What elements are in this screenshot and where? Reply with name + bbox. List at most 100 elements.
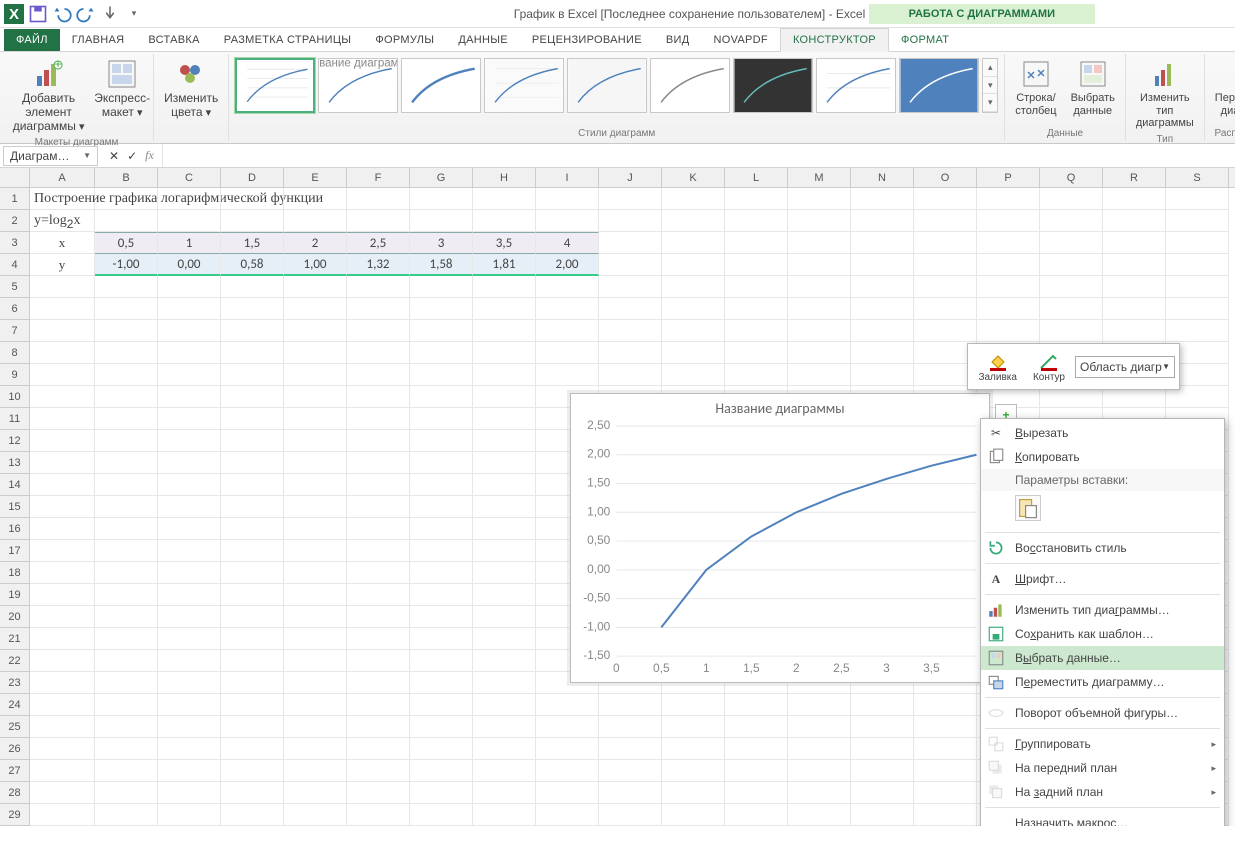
- cell[interactable]: [284, 342, 347, 364]
- cell[interactable]: [788, 804, 851, 826]
- cell[interactable]: [410, 518, 473, 540]
- cell[interactable]: [95, 606, 158, 628]
- cell[interactable]: [536, 298, 599, 320]
- cell[interactable]: [30, 364, 95, 386]
- cell[interactable]: [788, 232, 851, 254]
- chart-style-5[interactable]: [567, 58, 647, 113]
- cell[interactable]: [473, 320, 536, 342]
- cell[interactable]: [851, 276, 914, 298]
- cell[interactable]: [914, 694, 977, 716]
- cell[interactable]: [1166, 232, 1229, 254]
- row-header[interactable]: 11: [0, 408, 30, 430]
- cell[interactable]: [473, 716, 536, 738]
- cell[interactable]: [347, 518, 410, 540]
- enter-formula-icon[interactable]: ✓: [127, 149, 137, 163]
- cell[interactable]: [599, 694, 662, 716]
- cell[interactable]: [284, 364, 347, 386]
- cm-copy[interactable]: Копировать: [981, 445, 1224, 469]
- cell[interactable]: [221, 650, 284, 672]
- cell[interactable]: [347, 738, 410, 760]
- cell[interactable]: [599, 738, 662, 760]
- cell[interactable]: [473, 782, 536, 804]
- cell[interactable]: [473, 210, 536, 232]
- cell[interactable]: [788, 188, 851, 210]
- cell[interactable]: [221, 408, 284, 430]
- cell[interactable]: [914, 760, 977, 782]
- cell[interactable]: [284, 738, 347, 760]
- cell[interactable]: [1040, 210, 1103, 232]
- cell[interactable]: [284, 540, 347, 562]
- cell[interactable]: 0,5: [95, 232, 158, 254]
- cell[interactable]: [95, 716, 158, 738]
- cell[interactable]: [284, 672, 347, 694]
- cell[interactable]: [158, 276, 221, 298]
- cell[interactable]: 0,58: [221, 254, 284, 276]
- chart-style-8[interactable]: [816, 58, 896, 113]
- cell[interactable]: [221, 782, 284, 804]
- cell[interactable]: [284, 320, 347, 342]
- cell[interactable]: [221, 672, 284, 694]
- cell[interactable]: [158, 584, 221, 606]
- cell[interactable]: [662, 364, 725, 386]
- cell[interactable]: [221, 540, 284, 562]
- cell[interactable]: [284, 606, 347, 628]
- cell[interactable]: [347, 408, 410, 430]
- cell[interactable]: [158, 452, 221, 474]
- cell[interactable]: [95, 694, 158, 716]
- cell[interactable]: [95, 760, 158, 782]
- cell[interactable]: [914, 254, 977, 276]
- cell[interactable]: [158, 804, 221, 826]
- cell[interactable]: [158, 672, 221, 694]
- cell[interactable]: [284, 584, 347, 606]
- cell[interactable]: [662, 342, 725, 364]
- cell[interactable]: [410, 342, 473, 364]
- move-chart-button[interactable]: Переместить диаграмму: [1209, 56, 1235, 119]
- cell[interactable]: [410, 804, 473, 826]
- chart-title[interactable]: Название диаграммы: [571, 394, 989, 423]
- cell[interactable]: [1166, 188, 1229, 210]
- cell[interactable]: [1166, 320, 1229, 342]
- cell[interactable]: [347, 716, 410, 738]
- col-header[interactable]: K: [662, 168, 725, 187]
- cell[interactable]: [851, 320, 914, 342]
- cell[interactable]: [851, 716, 914, 738]
- cell[interactable]: [158, 408, 221, 430]
- cell[interactable]: [284, 430, 347, 452]
- cell[interactable]: [347, 298, 410, 320]
- change-colors-button[interactable]: Изменить цвета ▾: [158, 56, 224, 122]
- col-header[interactable]: P: [977, 168, 1040, 187]
- cell[interactable]: [30, 430, 95, 452]
- cell[interactable]: 3: [410, 232, 473, 254]
- cell[interactable]: [725, 716, 788, 738]
- cell[interactable]: [158, 540, 221, 562]
- col-header[interactable]: I: [536, 168, 599, 187]
- cell[interactable]: [410, 606, 473, 628]
- cell[interactable]: [914, 804, 977, 826]
- cm-change-chart-type[interactable]: Изменить тип диаграммы…: [981, 598, 1224, 622]
- col-header[interactable]: G: [410, 168, 473, 187]
- cell[interactable]: [410, 760, 473, 782]
- cell[interactable]: [536, 694, 599, 716]
- cell[interactable]: [410, 452, 473, 474]
- cell[interactable]: [473, 804, 536, 826]
- cell[interactable]: [347, 474, 410, 496]
- cell[interactable]: [410, 210, 473, 232]
- cell[interactable]: [473, 518, 536, 540]
- cell[interactable]: [95, 188, 158, 210]
- cell[interactable]: [158, 694, 221, 716]
- quick-layout-button[interactable]: Экспресс-макет ▾: [95, 56, 149, 122]
- row-header[interactable]: 20: [0, 606, 30, 628]
- touch-mode-icon[interactable]: [100, 4, 120, 24]
- cell[interactable]: [158, 342, 221, 364]
- row-header[interactable]: 29: [0, 804, 30, 826]
- cell[interactable]: [158, 386, 221, 408]
- cell[interactable]: [158, 320, 221, 342]
- col-header[interactable]: E: [284, 168, 347, 187]
- cell[interactable]: [95, 276, 158, 298]
- cell[interactable]: [536, 320, 599, 342]
- cell[interactable]: [536, 364, 599, 386]
- cell[interactable]: [221, 804, 284, 826]
- cell[interactable]: [30, 694, 95, 716]
- cell[interactable]: [725, 210, 788, 232]
- formula-input[interactable]: [162, 144, 1235, 167]
